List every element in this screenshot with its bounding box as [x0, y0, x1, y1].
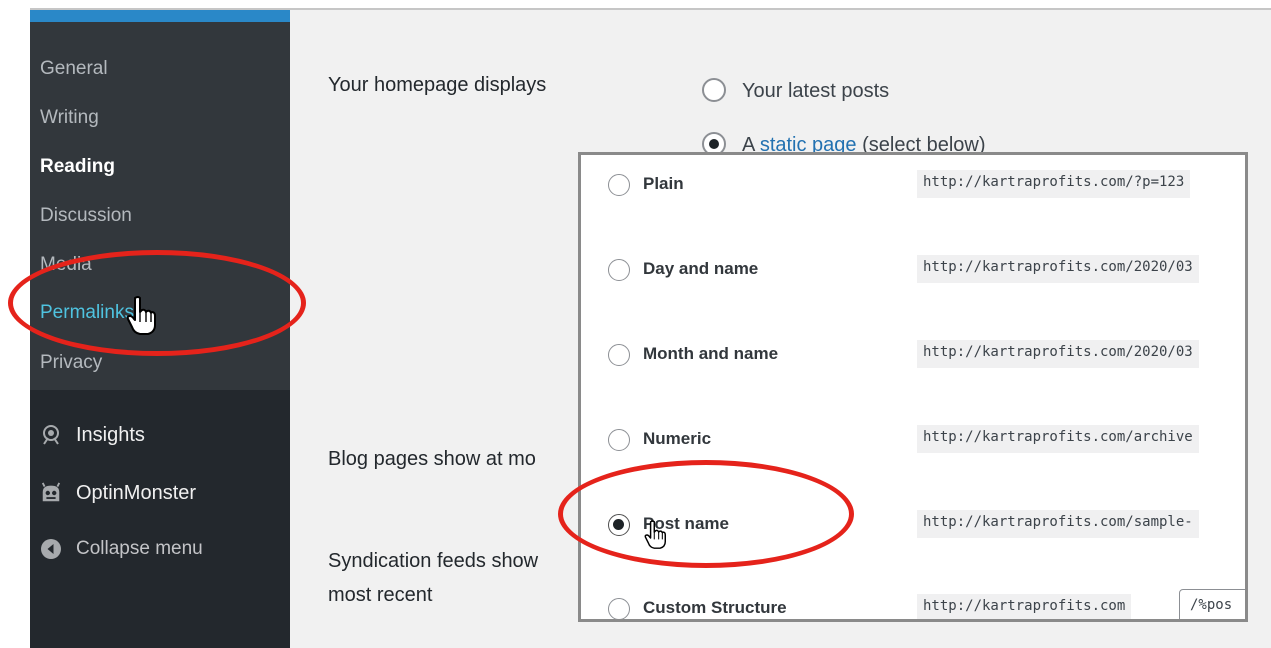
post-name-radio[interactable]: [608, 514, 630, 536]
submenu-item-privacy[interactable]: Privacy: [40, 352, 102, 374]
menu-item-label: Insights: [76, 423, 145, 446]
plain-radio[interactable]: [608, 174, 630, 196]
submenu-item-reading[interactable]: Reading: [40, 156, 115, 178]
submenu-item-discussion[interactable]: Discussion: [40, 205, 132, 227]
option-label: Post name: [643, 514, 729, 533]
blog-pages-label: Blog pages show at mo: [328, 448, 536, 470]
option-label: Month and name: [643, 344, 779, 363]
optinmonster-icon: [40, 482, 62, 504]
custom-structure-input[interactable]: /%pos: [1179, 589, 1245, 619]
latest-posts-radio[interactable]: [702, 78, 726, 102]
collapse-menu-button[interactable]: Collapse menu: [40, 534, 203, 564]
option-label: Plain: [643, 174, 684, 193]
submenu-item-media[interactable]: Media: [40, 254, 92, 276]
example-url: http://kartraprofits.com/2020/03: [917, 255, 1199, 283]
permalink-option-custom-structure[interactable]: Custom Structure http://kartraprofits.co…: [581, 589, 1245, 619]
syndication-label-line1: Syndication feeds show: [328, 550, 539, 572]
submenu-item-permalinks[interactable]: Permalinks: [40, 302, 134, 324]
insights-icon: [40, 424, 62, 446]
collapse-menu-label: Collapse menu: [76, 538, 203, 559]
menu-item-insights[interactable]: Insights: [40, 420, 145, 450]
month-and-name-radio[interactable]: [608, 344, 630, 366]
option-label: Numeric: [643, 429, 712, 448]
settings-submenu: General Writing Reading Discussion Media…: [30, 22, 290, 390]
numeric-radio[interactable]: [608, 429, 630, 451]
collapse-arrow-icon: [40, 538, 62, 560]
menu-item-label: OptinMonster: [76, 481, 197, 504]
submenu-item-general[interactable]: General: [40, 58, 108, 80]
permalink-option-post-name[interactable]: Post name http://kartraprofits.com/sampl…: [581, 505, 1245, 545]
sidebar-accent-bar: [30, 10, 290, 22]
permalink-settings-overlay: Plain http://kartraprofits.com/?p=123 Da…: [578, 152, 1248, 622]
permalink-option-plain[interactable]: Plain http://kartraprofits.com/?p=123: [581, 165, 1245, 205]
example-url: http://kartraprofits.com/archive: [917, 425, 1199, 453]
menu-item-optinmonster[interactable]: OptinMonster: [40, 478, 196, 508]
option-label: Custom Structure: [643, 598, 787, 617]
option-label: Day and name: [643, 259, 759, 278]
permalink-option-numeric[interactable]: Numeric http://kartraprofits.com/archive: [581, 420, 1245, 460]
permalink-option-month-and-name[interactable]: Month and name http://kartraprofits.com/…: [581, 335, 1245, 375]
day-and-name-radio[interactable]: [608, 259, 630, 281]
homepage-displays-label: Your homepage displays: [328, 74, 547, 96]
syndication-label-line2: most recent: [328, 584, 433, 606]
permalink-option-day-and-name[interactable]: Day and name http://kartraprofits.com/20…: [581, 250, 1245, 290]
admin-sidebar: General Writing Reading Discussion Media…: [30, 10, 290, 648]
custom-structure-radio[interactable]: [608, 598, 630, 619]
example-url: http://kartraprofits.com/2020/03: [917, 340, 1199, 368]
latest-posts-label: Your latest posts: [742, 80, 890, 102]
example-url: http://kartraprofits.com: [917, 594, 1132, 619]
submenu-item-writing[interactable]: Writing: [40, 107, 99, 129]
example-url: http://kartraprofits.com/?p=123: [917, 170, 1191, 198]
example-url: http://kartraprofits.com/sample-: [917, 510, 1199, 538]
